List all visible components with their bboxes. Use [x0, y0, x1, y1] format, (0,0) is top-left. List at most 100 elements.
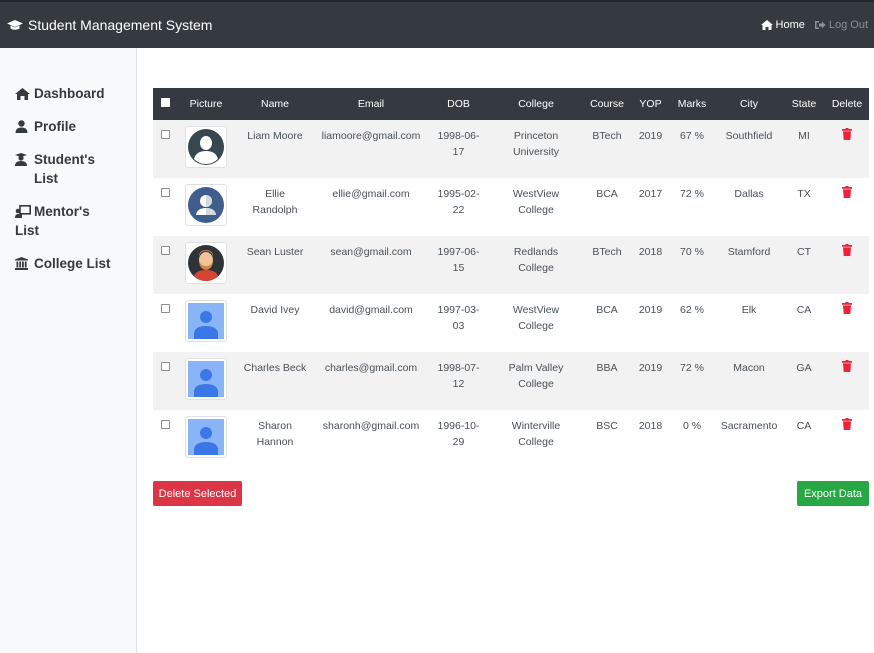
table-row: Liam Moore liamoore@gmail.com 1998-06- 17 Pr… — [153, 120, 869, 178]
college-cell: Princeton University — [490, 120, 582, 178]
name-cell: Sean Luster — [235, 236, 315, 294]
trash-icon[interactable] — [842, 360, 852, 377]
row-checkbox[interactable] — [160, 188, 170, 197]
avatar — [185, 126, 227, 168]
yop-cell: 2019 — [638, 304, 663, 316]
city-cell: Stamford — [727, 246, 771, 258]
dob-value: 1997-03- — [437, 304, 480, 316]
home-icon — [15, 87, 30, 100]
student-name: Sharon — [258, 420, 292, 432]
trash-icon[interactable] — [842, 244, 852, 261]
trash-icon[interactable] — [842, 302, 852, 319]
college-value: Princeton — [513, 130, 559, 142]
sidebar-item-college-list[interactable]: College List — [0, 254, 136, 273]
city-cell: Macon — [733, 362, 765, 374]
app-title: Student Management System — [28, 17, 213, 33]
student-name: Charles Beck — [243, 362, 307, 374]
dob-value-cont: 17 — [452, 146, 465, 158]
home-label: Home — [775, 19, 805, 31]
college-value: WestView — [512, 188, 560, 200]
delete-cell — [825, 294, 869, 352]
table-row: Ellie Randolph ellie@gmail.com 1995-02- 22 We… — [153, 178, 869, 236]
row-checkbox[interactable] — [160, 130, 170, 139]
header-email: Email — [357, 98, 385, 110]
email-cell: sharonh@gmail.com — [322, 420, 420, 432]
dob-value: 1997-06- — [437, 246, 480, 258]
row-checkbox[interactable] — [160, 304, 170, 313]
row-select-cell — [153, 236, 177, 294]
dob-value-cont: 29 — [452, 436, 465, 448]
college-value-cont: College — [518, 204, 554, 216]
delete-cell — [825, 410, 869, 468]
header-yop: YOP — [639, 98, 662, 110]
export-data-button[interactable]: Export Data — [797, 481, 869, 506]
picture-cell — [177, 352, 235, 410]
student-name: Sean Luster — [246, 246, 304, 258]
college-cell: WestView College — [490, 294, 582, 352]
header-select-all[interactable] — [153, 88, 177, 120]
student-name: Liam Moore — [247, 130, 303, 142]
picture-cell — [177, 120, 235, 178]
city-cell: Sacramento — [720, 420, 778, 432]
trash-icon[interactable] — [842, 418, 852, 435]
picture-cell — [177, 178, 235, 236]
delete-selected-button[interactable]: Delete Selected — [153, 481, 242, 506]
college-value: Palm Valley — [508, 362, 564, 374]
sidebar-item-profile[interactable]: Profile — [0, 117, 136, 136]
name-cell: Liam Moore — [235, 120, 315, 178]
row-checkbox[interactable] — [160, 420, 170, 429]
header-city: City — [739, 98, 759, 110]
logout-link[interactable]: Log Out — [814, 19, 868, 31]
dob-cell: 1997-03- 03 — [427, 294, 490, 352]
state-cell: TX — [797, 188, 811, 200]
name-cell: Sharon Hannon — [235, 410, 315, 468]
row-checkbox[interactable] — [160, 246, 170, 255]
table-row: David Ivey david@gmail.com 1997-03- 03 WestV… — [153, 294, 869, 352]
sidebar-item-mentors-list[interactable]: Mentor's List — [0, 202, 136, 240]
yop-cell: 2018 — [638, 420, 663, 432]
chalkboard-teacher-icon — [15, 205, 31, 218]
sidebar-item-students-list[interactable]: Student's List — [0, 150, 136, 188]
city-cell: Southfield — [725, 130, 773, 142]
email-cell: ellie@gmail.com — [332, 188, 410, 200]
home-icon — [760, 20, 773, 30]
student-name: David Ivey — [250, 304, 300, 316]
yop-cell: 2019 — [638, 362, 663, 374]
email-cell: david@gmail.com — [329, 304, 413, 316]
state-cell: CA — [796, 304, 812, 316]
course-cell: BTech — [592, 246, 622, 258]
course-cell: BCA — [596, 188, 618, 200]
delete-cell — [825, 120, 869, 178]
dob-cell: 1998-06- 17 — [427, 120, 490, 178]
yop-cell: 2019 — [638, 130, 663, 142]
sidebar-item-label: Dashboard — [34, 86, 105, 101]
course-cell: BCA — [596, 304, 618, 316]
city-cell: Dallas — [734, 188, 764, 200]
dob-value-cont: 22 — [452, 204, 465, 216]
row-select-cell — [153, 294, 177, 352]
home-link[interactable]: Home — [760, 19, 805, 31]
top-navbar: Student Management System Home Log Out — [0, 0, 874, 48]
trash-icon[interactable] — [842, 128, 852, 145]
sidebar-item-label-cont: List — [15, 223, 40, 238]
college-value: Redlands — [513, 246, 559, 258]
student-name-cont: Randolph — [252, 204, 298, 216]
avatar — [185, 416, 227, 458]
sidebar-item-label: Student's List — [34, 152, 95, 186]
dob-value: 1998-06- — [437, 130, 480, 142]
trash-icon[interactable] — [842, 186, 852, 203]
sidebar-item-label: Mentor's — [34, 204, 90, 219]
yop-cell: 2018 — [638, 246, 663, 258]
header-state: State — [791, 98, 817, 110]
sidebar-item-dashboard[interactable]: Dashboard — [0, 84, 136, 103]
avatar — [185, 242, 227, 284]
dob-value: 1998-07- — [437, 362, 480, 374]
city-cell: Elk — [741, 304, 757, 316]
marks-cell: 0 % — [682, 420, 702, 432]
student-name-cont: Hannon — [256, 436, 294, 448]
brand[interactable]: Student Management System — [0, 17, 212, 33]
header-name: Name — [260, 98, 289, 110]
college-value-cont: College — [518, 320, 554, 332]
select-all-checkbox[interactable] — [160, 98, 170, 107]
row-checkbox[interactable] — [160, 362, 170, 371]
